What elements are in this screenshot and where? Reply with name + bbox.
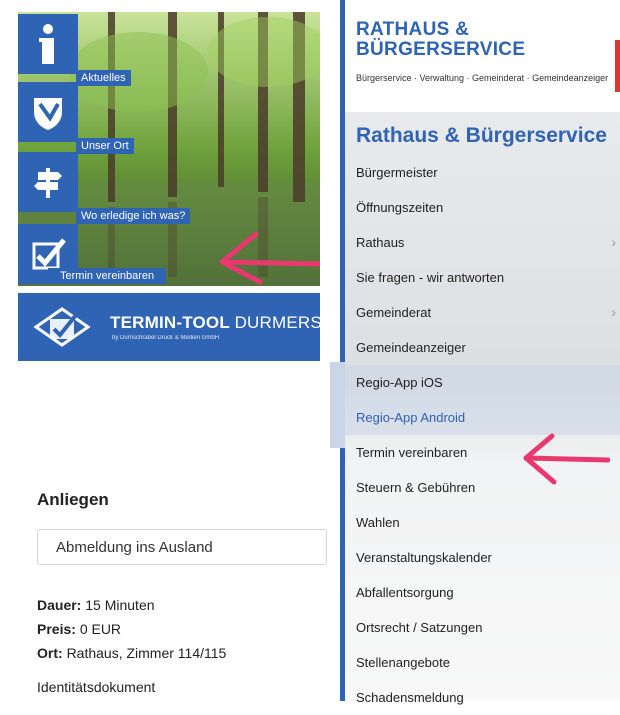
menu-item-veranstaltungskalender[interactable]: Veranstaltungskalender (345, 540, 620, 575)
termin-tool-logo-icon (33, 307, 91, 347)
brand-subtitle: Bürgerservice · Verwaltung · Gemeinderat… (356, 73, 609, 83)
ort-label: Ort: (37, 645, 63, 661)
menu-item-label: Regio-App Android (356, 410, 466, 425)
info-icon (39, 24, 54, 64)
forest-background-image: Aktuelles Unser Ort Wo erledige ich was?… (18, 12, 320, 286)
menu-item-label: Stellenangebote (356, 655, 450, 670)
menu-item-label: Öffnungszeiten (356, 200, 444, 215)
banner-title: TERMIN-TOOL DURMERSHEIM (110, 313, 365, 333)
anliegen-heading: Anliegen (37, 490, 109, 509)
annotation-arrow-right (523, 433, 610, 485)
preis-label: Preis: (37, 621, 76, 637)
menu-item-label: Steuern & Gebühren (356, 480, 476, 495)
menu-item-label: Termin vereinbaren (356, 445, 468, 460)
menu-item-sie-fragen[interactable]: Sie fragen - wir antworten (345, 260, 620, 295)
tile-unser-ort[interactable] (18, 82, 78, 142)
red-accent-mark (615, 40, 620, 92)
banner-subtitle: by Dürnschrabel Druck & Medien GmbH (112, 335, 220, 341)
ort-value: Rathaus, Zimmer 114/115 (66, 645, 227, 661)
menu-item-label: Bürgermeister (356, 165, 438, 180)
brand-title: RATHAUS & BÜRGERSERVICE (356, 20, 525, 60)
annotation-arrow-left (219, 231, 320, 285)
ort-info: Ort: Rathaus, Zimmer 114/115 (37, 645, 226, 661)
menu-item-oeffnungszeiten[interactable]: Öffnungszeiten (345, 190, 620, 225)
preis-value: 0 EUR (79, 621, 122, 637)
menu-item-buergermeister[interactable]: Bürgermeister (345, 155, 620, 190)
tile-aktuelles[interactable] (18, 14, 78, 74)
anliegen-select[interactable]: Abmeldung ins Ausland (37, 529, 327, 565)
termin-tool-banner[interactable]: TERMIN-TOOL DURMERSHEIM by Dürnschrabel … (18, 293, 365, 361)
tile-wo-erledige[interactable] (18, 152, 78, 212)
menu-item-ortsrecht[interactable]: Ortsrecht / Satzungen (345, 610, 620, 645)
dauer-label: Dauer: (37, 597, 82, 613)
menu-item-regio-app-ios[interactable]: Regio-App iOS (345, 365, 620, 400)
highlight-extension (330, 362, 345, 448)
checklist-icon (32, 238, 66, 270)
menu-item-label: Regio-App iOS (356, 375, 443, 390)
dauer-value: 15 Minuten (85, 597, 155, 613)
menu-item-stellenangebote[interactable]: Stellenangebote (345, 645, 620, 680)
chevron-right-icon: › (611, 234, 616, 250)
menu-item-abfallentsorgung[interactable]: Abfallentsorgung (345, 575, 620, 610)
identitaetsdokument-text: Identitätsdokument (37, 679, 156, 695)
menu-item-label: Abfallentsorgung (356, 585, 454, 600)
signpost-icon (34, 168, 62, 198)
menu-item-regio-app-android[interactable]: Regio-App Android (345, 400, 620, 435)
brand-title-line2: BÜRGERSERVICE (356, 39, 526, 60)
menu-item-wahlen[interactable]: Wahlen (345, 505, 620, 540)
menu-title: Rathaus & Bürgerservice (356, 124, 607, 147)
menu-item-schadensmeldung[interactable]: Schadensmeldung (345, 680, 620, 715)
menu-item-gemeinderat[interactable]: Gemeinderat › (345, 295, 620, 330)
menu-item-label: Wahlen (356, 515, 400, 530)
preis-info: Preis: 0 EUR (37, 621, 121, 637)
menu-item-label: Veranstaltungskalender (356, 550, 492, 565)
menu-item-label: Schadensmeldung (356, 690, 464, 705)
menu-item-gemeindeanzeiger[interactable]: Gemeindeanzeiger (345, 330, 620, 365)
banner-title-bold: TERMIN-TOOL (110, 313, 230, 332)
menu-item-label: Rathaus (356, 235, 405, 250)
tile-label-unser-ort[interactable]: Unser Ort (76, 138, 134, 154)
tile-label-termin-vereinbaren[interactable]: Termin vereinbaren (48, 268, 167, 284)
dauer-info: Dauer: 15 Minuten (37, 597, 155, 613)
menu-item-label: Sie fragen - wir antworten (356, 270, 505, 285)
menu-item-label: Gemeindeanzeiger (356, 340, 466, 355)
tile-label-wo-erledige[interactable]: Wo erledige ich was? (76, 208, 191, 224)
coat-of-arms-icon (34, 98, 62, 130)
menu-item-label: Gemeinderat (356, 305, 432, 320)
chevron-right-icon: › (611, 304, 616, 320)
brand-title-line1: RATHAUS & (356, 19, 470, 40)
menu-item-rathaus[interactable]: Rathaus › (345, 225, 620, 260)
menu-item-label: Ortsrecht / Satzungen (356, 620, 483, 635)
tile-label-aktuelles[interactable]: Aktuelles (76, 70, 131, 86)
